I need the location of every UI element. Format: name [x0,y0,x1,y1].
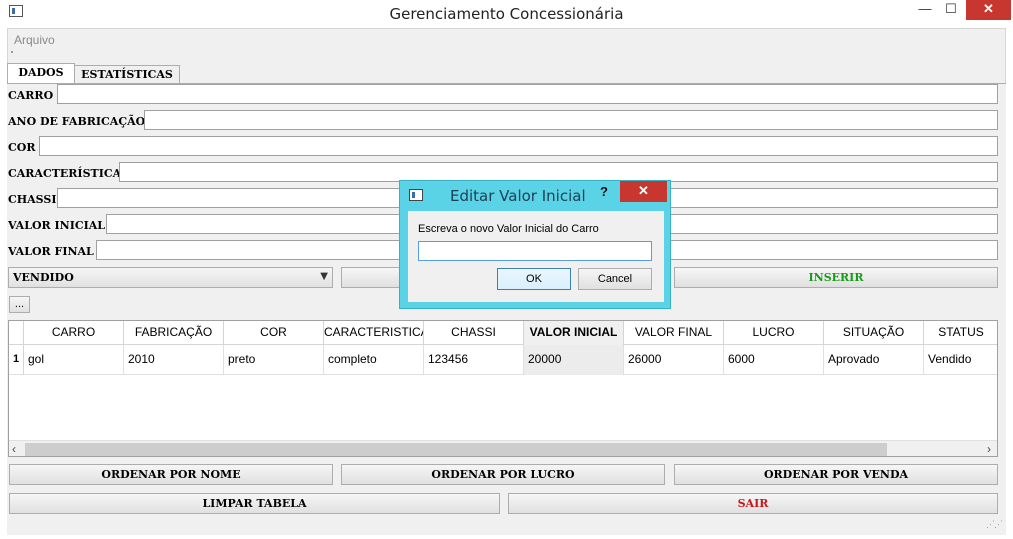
status-select-value: VENDIDO [13,271,74,284]
cars-table[interactable]: CARRO FABRICAÇÃO COR CARACTERISTICA CHAS… [8,320,998,457]
valor-inicial-dialog-input[interactable] [418,241,652,261]
carro-input[interactable] [57,84,998,104]
cell-valor-inicial[interactable]: 20000 [524,345,624,375]
status-select[interactable]: VENDIDO ▼ [8,267,333,288]
table-header: CARRO FABRICAÇÃO COR CARACTERISTICA CHAS… [9,321,997,345]
window-title: Gerenciamento Concessionária [389,5,624,23]
dialog-window-icon [409,189,423,201]
chevron-down-icon: ▼ [320,271,328,282]
scroll-left-icon[interactable]: ‹ [12,442,16,456]
dialog-prompt: Escreva o novo Valor Inicial do Carro [418,223,599,235]
col-carro[interactable]: CARRO [24,321,124,345]
close-window-button[interactable]: ✕ [966,0,1011,20]
table-row[interactable]: 1 gol 2010 preto completo 123456 20000 2… [9,345,997,375]
col-lucro[interactable]: LUCRO [724,321,824,345]
col-valor-final[interactable]: VALOR FINAL [624,321,724,345]
dados-panel: CARRO ANO DE FABRICAÇÃO COR CARACTERÍSTI… [7,83,1006,535]
cell-status[interactable]: Vendido [924,345,997,375]
col-valor-inicial[interactable]: VALOR INICIAL [524,321,624,345]
scroll-right-icon[interactable]: › [987,442,991,456]
col-chassi[interactable]: CHASSI [424,321,524,345]
ano-label: ANO DE FABRICAÇÃO [8,115,146,128]
dialog-close-button[interactable]: ✕ [620,181,667,202]
cell-situacao[interactable]: Aprovado [824,345,924,375]
valor-inicial-label: VALOR INICIAL [8,219,106,232]
menu-arquivo[interactable]: Arquivo [14,33,55,47]
maximize-button[interactable]: ☐ [938,0,964,20]
toolbar-handle [11,51,13,53]
col-caracteristica[interactable]: CARACTERISTICA [324,321,424,345]
editar-valor-dialog: Editar Valor Inicial ? ✕ Escreva o novo … [399,180,671,309]
limpar-tabela-button[interactable]: LIMPAR TABELA [9,493,500,514]
cell-valor-final[interactable]: 26000 [624,345,724,375]
col-status[interactable]: STATUS [924,321,997,345]
scrollbar-thumb[interactable] [25,443,887,456]
cell-caracteristica[interactable]: completo [324,345,424,375]
resize-grip-icon[interactable]: ⋰⋰ [986,519,1003,530]
sair-button[interactable]: SAIR [508,493,998,514]
ordenar-venda-button[interactable]: ORDENAR POR VENDA [674,464,998,485]
caracteristica-label: CARACTERÍSTICA [8,167,122,180]
cor-input[interactable] [39,136,998,156]
ellipsis-button[interactable]: ... [9,296,30,313]
row-number[interactable]: 1 [9,345,24,375]
chassi-label: CHASSI [8,193,57,206]
tab-estatisticas[interactable]: ESTATÍSTICAS [74,65,180,85]
dialog-title: Editar Valor Inicial [450,187,586,205]
ordenar-nome-button[interactable]: ORDENAR POR NOME [9,464,333,485]
cell-lucro[interactable]: 6000 [724,345,824,375]
cell-chassi[interactable]: 123456 [424,345,524,375]
ordenar-lucro-button[interactable]: ORDENAR POR LUCRO [341,464,665,485]
cor-label: COR [8,141,36,154]
minimize-button[interactable]: — [912,0,938,20]
horizontal-scrollbar[interactable]: ‹ › [9,440,997,456]
ano-input[interactable] [144,110,998,130]
help-button[interactable]: ? [600,184,608,199]
col-fabricacao[interactable]: FABRICAÇÃO [124,321,224,345]
corner-cell [9,321,24,345]
valor-final-label: VALOR FINAL [8,245,94,258]
col-situacao[interactable]: SITUAÇÃO [824,321,924,345]
carro-label: CARRO [8,89,54,102]
cell-cor[interactable]: preto [224,345,324,375]
dialog-body: Escreva o novo Valor Inicial do Carro OK… [408,211,664,302]
cell-fabricacao[interactable]: 2010 [124,345,224,375]
caracteristica-input[interactable] [119,162,998,182]
inserir-button[interactable]: INSERIR [674,267,998,288]
col-cor[interactable]: COR [224,321,324,345]
tab-dados[interactable]: DADOS [7,63,75,85]
title-bar: Gerenciamento Concessionária — ☐ ✕ [0,0,1013,27]
cancel-button[interactable]: Cancel [578,268,652,290]
ok-button[interactable]: OK [497,268,571,290]
menu-bar: Arquivo [8,29,1005,50]
cell-carro[interactable]: gol [24,345,124,375]
